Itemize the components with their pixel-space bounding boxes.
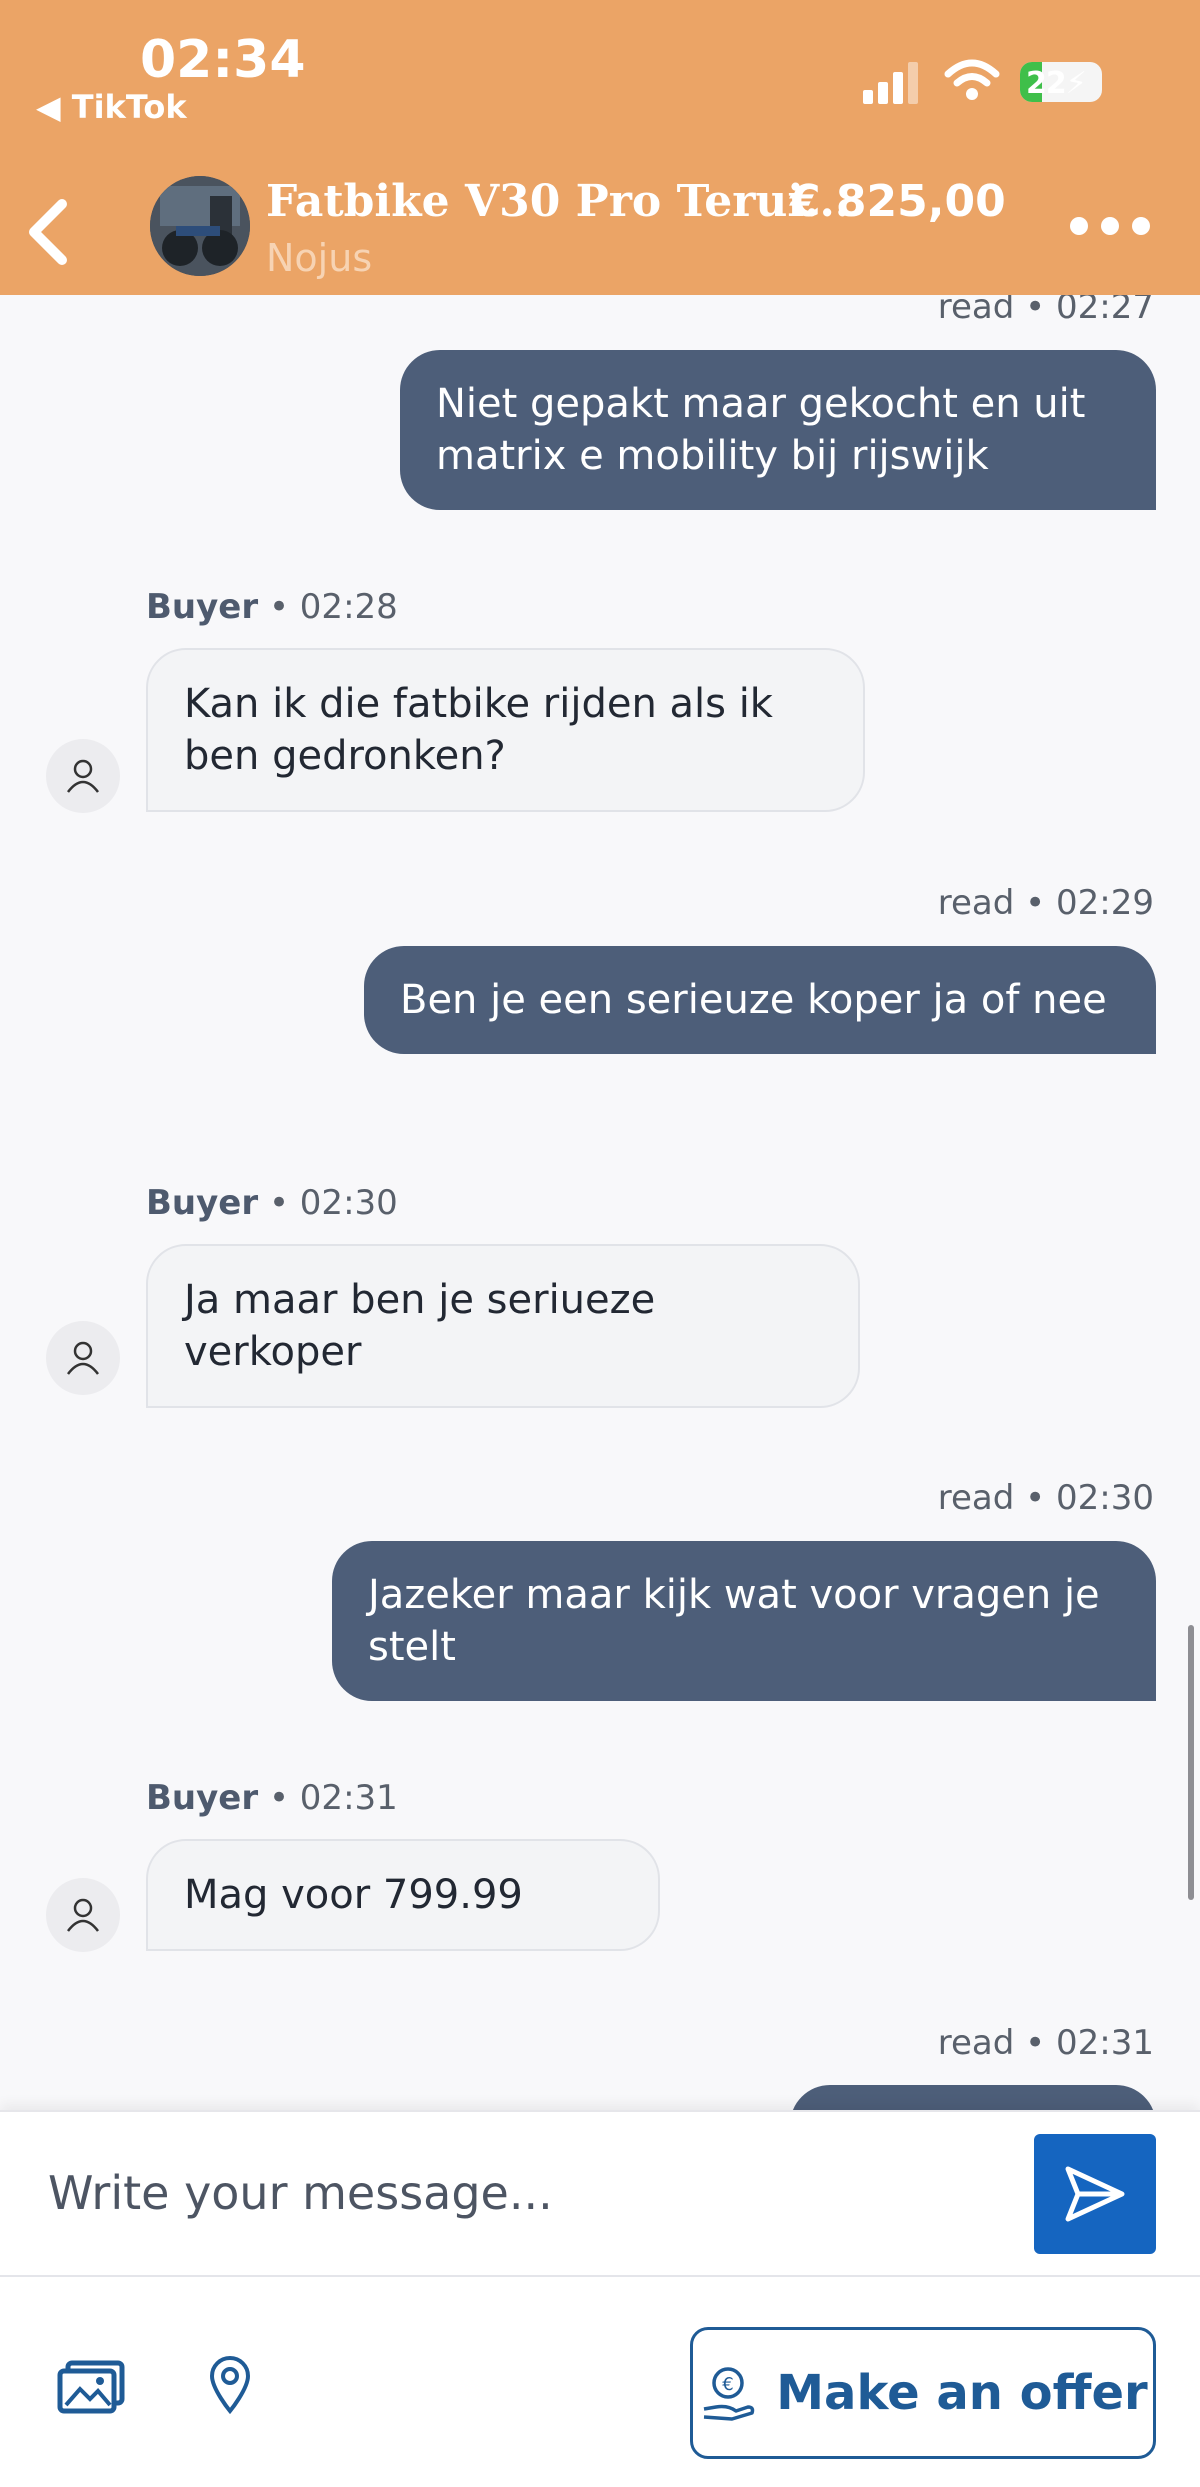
location-pin-icon[interactable]	[208, 2355, 252, 2415]
battery-icon: 22⚡	[1020, 62, 1102, 102]
incoming-message: Kan ik die fatbike rijden als ik ben ged…	[146, 648, 865, 812]
status-time: 02:34	[140, 30, 306, 90]
svg-text:€: €	[723, 2374, 734, 2395]
message-input[interactable]	[46, 2152, 990, 2234]
euro-hand-icon: €	[703, 2367, 755, 2421]
sender-name: Buyer	[146, 1778, 259, 1818]
top-bar: 02:34 ◀ TikTok 22⚡ Fatbike V30 Pro Terui…	[0, 0, 1200, 295]
outgoing-message: Ben je een serieuze koper ja of nee	[364, 946, 1156, 1054]
listing-price: € 825,00	[790, 176, 1006, 227]
message-meta: Buyer • 02:31	[146, 1778, 398, 1818]
conversation[interactable]: read • 02:27 Niet gepakt maar gekocht en…	[0, 295, 1200, 2110]
send-icon	[1065, 2166, 1125, 2222]
outgoing-message: Niet gepakt maar gekocht en uit matrix e…	[400, 350, 1156, 510]
seller-name[interactable]: Nojus	[266, 236, 372, 280]
send-button[interactable]	[1034, 2134, 1156, 2254]
wifi-icon	[944, 59, 1000, 100]
battery-level: 22⚡	[1026, 66, 1087, 101]
user-avatar-icon	[46, 1878, 120, 1952]
outgoing-message	[790, 2085, 1156, 2110]
back-arrow-icon[interactable]	[22, 196, 72, 268]
incoming-message: Ja maar ben je seriueze verkoper	[146, 1244, 860, 1408]
message-time: • 02:30	[268, 1183, 398, 1223]
listing-thumbnail[interactable]	[150, 176, 250, 276]
sender-name: Buyer	[146, 1183, 259, 1223]
back-to-app-link[interactable]: ◀ TikTok	[36, 88, 187, 126]
user-avatar-icon	[46, 1321, 120, 1395]
gallery-icon[interactable]	[56, 2359, 126, 2415]
incoming-message: Mag voor 799.99	[146, 1839, 660, 1951]
read-receipt: read • 02:29	[937, 883, 1154, 923]
user-avatar-icon	[46, 739, 120, 813]
message-meta: Buyer • 02:30	[146, 1183, 398, 1223]
read-receipt: read • 02:30	[937, 1478, 1154, 1518]
sender-name: Buyer	[146, 587, 259, 627]
make-offer-button[interactable]: € Make an offer	[690, 2327, 1156, 2459]
chat-scrollbar[interactable]	[1188, 1625, 1194, 1900]
message-meta: Buyer • 02:28	[146, 587, 398, 627]
message-composer	[0, 2110, 1200, 2277]
message-time: • 02:28	[268, 587, 398, 627]
message-time: • 02:31	[268, 1778, 398, 1818]
outgoing-message: Jazeker maar kijk wat voor vragen je ste…	[332, 1541, 1156, 1701]
cellular-signal-icon	[863, 62, 918, 104]
read-receipt: read • 02:31	[937, 2023, 1154, 2063]
action-bar: € Make an offer	[0, 2275, 1200, 2487]
more-options-button[interactable]	[1070, 210, 1150, 242]
read-receipt: read • 02:27	[937, 295, 1154, 327]
listing-title[interactable]: Fatbike V30 Pro Terui...	[266, 176, 850, 227]
make-offer-label: Make an offer	[776, 2365, 1148, 2421]
